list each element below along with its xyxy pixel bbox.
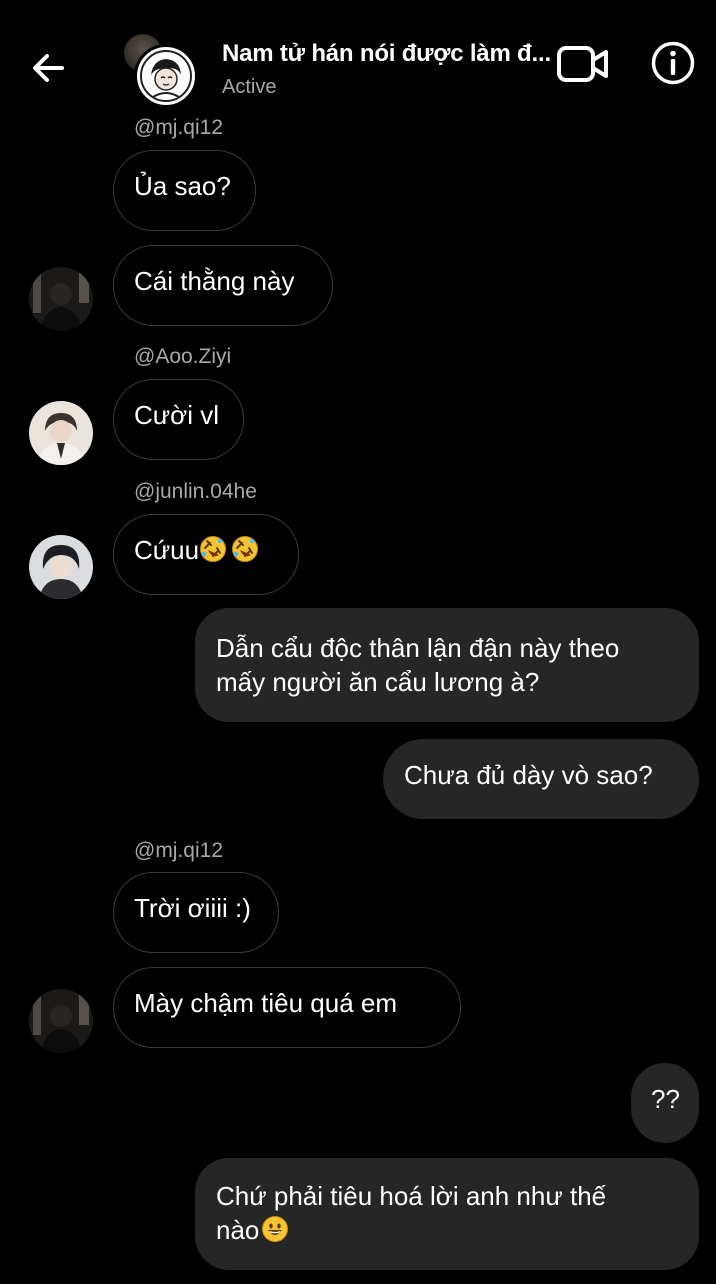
back-arrow-icon[interactable]	[28, 48, 68, 88]
video-camera-icon[interactable]	[556, 44, 610, 84]
message-bubble-incoming[interactable]: Ủa sao?	[113, 150, 256, 231]
message-bubble-outgoing[interactable]: Dẫn cẩu độc thân lận đận này theo mấy ng…	[195, 608, 699, 722]
message-text: Cứuu	[134, 535, 200, 565]
message-text-line: Chứ phải tiêu hoá lời anh như thế	[216, 1181, 607, 1211]
group-avatar[interactable]	[124, 34, 198, 108]
grinning-face-emoji	[262, 1216, 289, 1242]
chat-header: Nam tử hán nói được làm đ... Active	[0, 0, 716, 120]
message-bubble-incoming[interactable]: Trời ơiiii :)	[113, 872, 279, 953]
message-bubble-outgoing[interactable]: ??	[631, 1063, 699, 1143]
sender-handle: @junlin.04he	[134, 480, 257, 503]
message-bubble-incoming[interactable]: Cứuu	[113, 514, 299, 595]
chat-title[interactable]: Nam tử hán nói được làm đ...	[222, 40, 562, 68]
sender-avatar[interactable]	[29, 401, 93, 465]
info-icon[interactable]	[650, 40, 696, 86]
sender-handle: @mj.qi12	[134, 116, 224, 139]
message-bubble-outgoing[interactable]: Chưa đủ dày vò sao?	[383, 739, 699, 819]
active-status: Active	[222, 76, 277, 98]
sender-avatar[interactable]	[29, 267, 93, 331]
message-text: ??	[651, 1084, 680, 1114]
sender-handle: @mj.qi12	[134, 839, 224, 862]
message-text: Cái thằng này	[134, 266, 295, 296]
message-bubble-incoming[interactable]: Cái thằng này	[113, 245, 333, 326]
message-text: Chưa đủ dày vò sao?	[404, 760, 653, 790]
sender-avatar[interactable]	[29, 989, 93, 1053]
rolling-on-floor-laughing-emoji	[200, 536, 227, 562]
message-text: Trời ơiiii :)	[134, 893, 251, 923]
rolling-on-floor-laughing-emoji	[232, 536, 259, 562]
message-text-line-with-emoji: nào	[216, 1213, 678, 1247]
message-bubble-incoming[interactable]: Mày chậm tiêu quá em	[113, 967, 461, 1048]
message-text-line: mấy người ăn cẩu lương à?	[216, 667, 540, 697]
message-text-line: Dẫn cẩu độc thân lận đận này theo	[216, 633, 620, 663]
message-bubble-outgoing[interactable]: Chứ phải tiêu hoá lời anh như thế nào	[195, 1158, 699, 1270]
message-text: Cười vl	[134, 400, 220, 430]
message-text: Ủa sao?	[134, 171, 231, 201]
message-text: Mày chậm tiêu quá em	[134, 988, 398, 1018]
message-text: nào	[216, 1215, 260, 1245]
message-bubble-incoming[interactable]: Cười vl	[113, 379, 244, 460]
sender-avatar[interactable]	[29, 535, 93, 599]
sender-handle: @Aoo.Ziyi	[134, 345, 232, 368]
group-avatar-front-photo	[134, 44, 198, 108]
